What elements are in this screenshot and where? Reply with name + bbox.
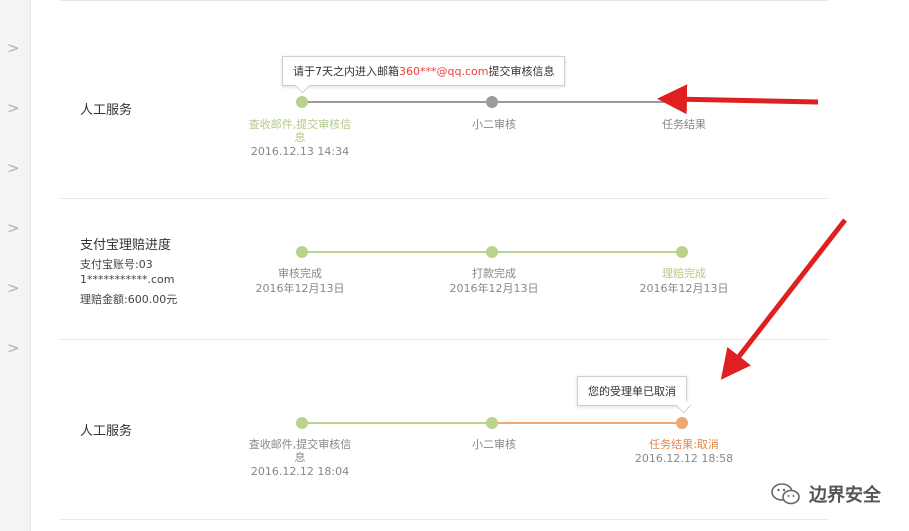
account-number: 支付宝账号:03 bbox=[80, 258, 153, 271]
step-dot-completed bbox=[676, 246, 688, 258]
section-divider bbox=[60, 198, 828, 199]
step-label: 查收邮件,提交审核信息 bbox=[248, 118, 352, 144]
progress-track-segment bbox=[492, 422, 682, 424]
claim-amount: 理赔金额:600.00元 bbox=[80, 293, 178, 306]
step-dot-completed bbox=[296, 417, 308, 429]
chevron-right-icon[interactable]: > bbox=[7, 40, 20, 56]
progress-track-segment bbox=[302, 101, 492, 103]
watermark: 边界安全 bbox=[771, 481, 881, 507]
step-label: 打款完成 bbox=[472, 267, 516, 280]
step-dot-pending bbox=[486, 96, 498, 108]
step-dot-cancelled bbox=[676, 417, 688, 429]
left-sidebar: > > > > > > bbox=[0, 0, 31, 531]
step-dot-completed bbox=[486, 417, 498, 429]
step-dot-completed bbox=[296, 246, 308, 258]
step-dot-completed bbox=[486, 246, 498, 258]
chevron-right-icon[interactable]: > bbox=[7, 280, 20, 296]
section-divider bbox=[60, 519, 828, 520]
row-title: 支付宝理赔进度 bbox=[80, 238, 172, 253]
account-number: 1***********.com bbox=[80, 273, 175, 286]
watermark-text: 边界安全 bbox=[809, 485, 881, 506]
step-date: 2016.12.13 14:34 bbox=[250, 145, 350, 158]
red-arrow-icon bbox=[657, 84, 819, 115]
tooltip-prefix: 请于7天之内进入邮箱 bbox=[293, 65, 399, 78]
step-label: 理赔完成 bbox=[662, 267, 706, 280]
step-date: 2016年12月13日 bbox=[449, 282, 539, 295]
step-date: 2016.12.12 18:04 bbox=[250, 465, 350, 478]
chevron-right-icon[interactable]: > bbox=[7, 160, 20, 176]
top-divider bbox=[60, 0, 828, 1]
chevron-right-icon[interactable]: > bbox=[7, 100, 20, 116]
step-dot-completed bbox=[296, 96, 308, 108]
step-label: 小二审核 bbox=[472, 438, 516, 451]
step-date: 2016.12.12 18:58 bbox=[634, 452, 734, 465]
step-label: 任务结果 bbox=[662, 118, 706, 131]
row-title: 人工服务 bbox=[80, 103, 133, 118]
progress-track-segment bbox=[492, 101, 682, 103]
step-label: 小二审核 bbox=[472, 118, 516, 131]
step-label: 查收邮件,提交审核信息 bbox=[248, 438, 352, 464]
chevron-right-icon[interactable]: > bbox=[7, 220, 20, 236]
chevron-right-icon[interactable]: > bbox=[7, 340, 20, 356]
step-label: 审核完成 bbox=[278, 267, 322, 280]
tooltip-email: 请于7天之内进入邮箱360***@qq.com提交审核信息 bbox=[282, 56, 566, 86]
step-date: 2016年12月13日 bbox=[639, 282, 729, 295]
tooltip-cancelled: 您的受理单已取消 bbox=[577, 376, 687, 406]
tooltip-suffix: 提交审核信息 bbox=[488, 65, 555, 78]
step-date: 2016年12月13日 bbox=[255, 282, 345, 295]
section-divider bbox=[60, 339, 828, 340]
progress-track-segment bbox=[302, 422, 492, 424]
step-label: 任务结果:取消 bbox=[649, 438, 719, 451]
row-title: 人工服务 bbox=[80, 424, 133, 439]
wechat-icon bbox=[771, 483, 800, 505]
tooltip-email-address[interactable]: 360***@qq.com bbox=[399, 65, 488, 78]
